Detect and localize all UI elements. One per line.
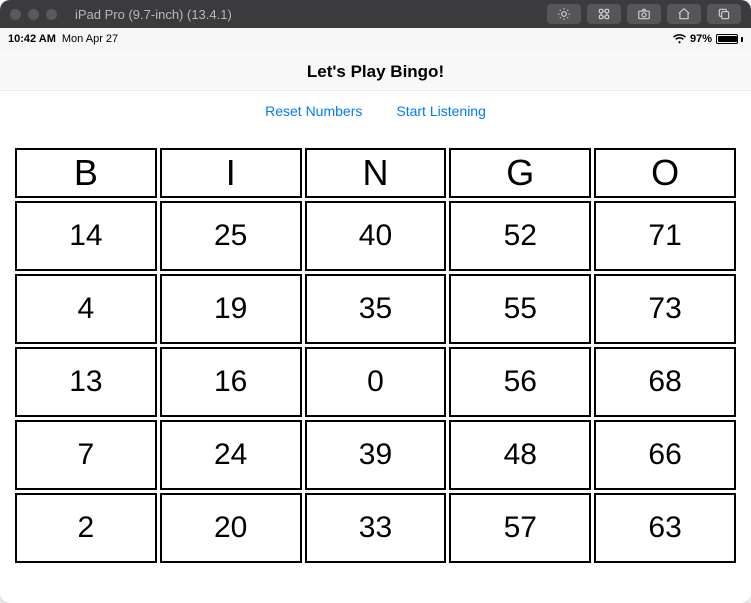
keyboard-shortcuts-button[interactable] bbox=[587, 4, 621, 24]
bingo-cell[interactable]: 57 bbox=[449, 493, 591, 563]
simulator-window: iPad Pro (9.7-inch) (13.4.1) 10:42 AM Mo… bbox=[0, 0, 751, 603]
reset-numbers-button[interactable]: Reset Numbers bbox=[265, 103, 362, 119]
bingo-cell[interactable]: 24 bbox=[160, 420, 302, 490]
bingo-header-cell: I bbox=[160, 148, 302, 198]
actions-row: Reset Numbers Start Listening bbox=[0, 91, 751, 129]
bingo-row: 724394866 bbox=[15, 420, 736, 490]
bingo-row: 131605668 bbox=[15, 347, 736, 417]
screenshot-button[interactable] bbox=[627, 4, 661, 24]
ios-status-bar: 10:42 AM Mon Apr 27 97% bbox=[0, 28, 751, 50]
start-listening-button[interactable]: Start Listening bbox=[396, 103, 486, 119]
wifi-icon bbox=[673, 34, 686, 44]
bingo-cell[interactable]: 2 bbox=[15, 493, 157, 563]
bingo-cell[interactable]: 25 bbox=[160, 201, 302, 271]
app-nav-bar: Let's Play Bingo! bbox=[0, 50, 751, 91]
bingo-cell[interactable]: 13 bbox=[15, 347, 157, 417]
bingo-header-cell: B bbox=[15, 148, 157, 198]
bingo-cell[interactable]: 39 bbox=[305, 420, 447, 490]
battery-percent: 97% bbox=[690, 33, 712, 45]
page-title: Let's Play Bingo! bbox=[0, 62, 751, 82]
bingo-header-cell: N bbox=[305, 148, 447, 198]
copy-button[interactable] bbox=[707, 4, 741, 24]
bingo-cell[interactable]: 66 bbox=[594, 420, 736, 490]
bingo-board: B I N G O 142540527141935557313160566872… bbox=[0, 129, 751, 566]
bingo-cell[interactable]: 16 bbox=[160, 347, 302, 417]
battery-icon bbox=[716, 34, 743, 44]
bingo-cell[interactable]: 33 bbox=[305, 493, 447, 563]
zoom-window-icon[interactable] bbox=[46, 9, 57, 20]
bingo-cell[interactable]: 63 bbox=[594, 493, 736, 563]
bingo-cell[interactable]: 40 bbox=[305, 201, 447, 271]
bingo-body: 1425405271419355573131605668724394866220… bbox=[15, 201, 736, 563]
bingo-cell[interactable]: 14 bbox=[15, 201, 157, 271]
simulator-title: iPad Pro (9.7-inch) (13.4.1) bbox=[75, 7, 232, 22]
status-date: Mon Apr 27 bbox=[62, 33, 118, 45]
bingo-cell[interactable]: 73 bbox=[594, 274, 736, 344]
bingo-free-cell[interactable]: 0 bbox=[305, 347, 447, 417]
bingo-row: 1425405271 bbox=[15, 201, 736, 271]
bingo-cell[interactable]: 7 bbox=[15, 420, 157, 490]
bingo-cell[interactable]: 52 bbox=[449, 201, 591, 271]
minimize-window-icon[interactable] bbox=[28, 9, 39, 20]
bingo-cell[interactable]: 19 bbox=[160, 274, 302, 344]
bingo-cell[interactable]: 48 bbox=[449, 420, 591, 490]
bingo-cell[interactable]: 4 bbox=[15, 274, 157, 344]
home-button[interactable] bbox=[667, 4, 701, 24]
brightness-button[interactable] bbox=[547, 4, 581, 24]
bingo-header-cell: G bbox=[449, 148, 591, 198]
bingo-cell[interactable]: 56 bbox=[449, 347, 591, 417]
bingo-row: 419355573 bbox=[15, 274, 736, 344]
bingo-header-row: B I N G O bbox=[15, 148, 736, 198]
status-time: 10:42 AM bbox=[8, 33, 56, 45]
bingo-cell[interactable]: 55 bbox=[449, 274, 591, 344]
simulator-toolbar bbox=[547, 4, 741, 24]
bingo-table: B I N G O 142540527141935557313160566872… bbox=[12, 145, 739, 566]
bingo-cell[interactable]: 20 bbox=[160, 493, 302, 563]
close-window-icon[interactable] bbox=[10, 9, 21, 20]
bingo-cell[interactable]: 35 bbox=[305, 274, 447, 344]
window-controls[interactable] bbox=[10, 9, 57, 20]
bingo-cell[interactable]: 68 bbox=[594, 347, 736, 417]
mac-titlebar: iPad Pro (9.7-inch) (13.4.1) bbox=[0, 0, 751, 28]
bingo-row: 220335763 bbox=[15, 493, 736, 563]
bingo-header-cell: O bbox=[594, 148, 736, 198]
bingo-cell[interactable]: 71 bbox=[594, 201, 736, 271]
